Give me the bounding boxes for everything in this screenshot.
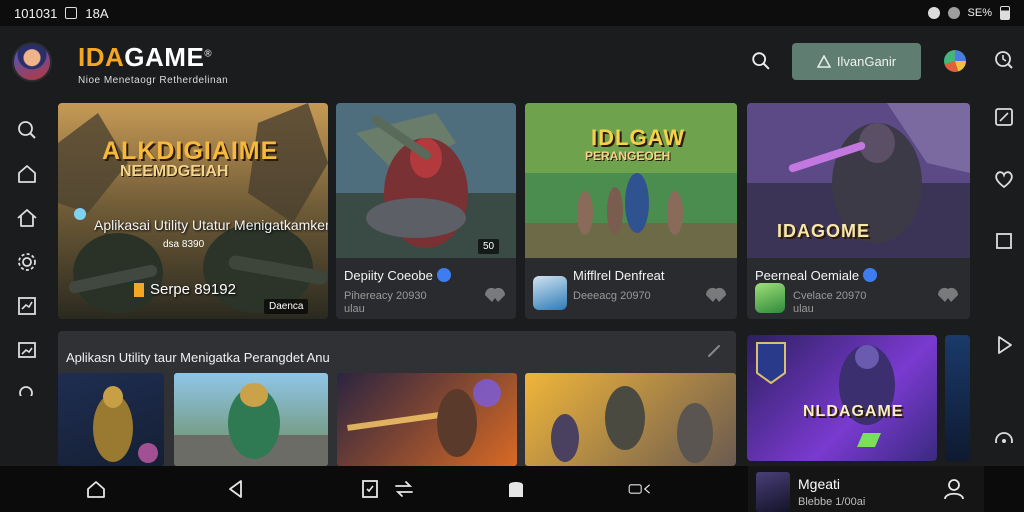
rail-gallery-icon[interactable] — [15, 338, 39, 362]
card-1-meta: Pihereacy 20930 ulau — [344, 290, 427, 315]
mini-player-title: Mgeati — [798, 476, 841, 492]
brand-subtitle: Nioe Menetaogr Retherdelinan — [78, 75, 229, 86]
nav-switch-icon[interactable] — [392, 477, 416, 501]
edit-pencil-icon[interactable] — [706, 343, 722, 359]
rail-play-icon[interactable] — [992, 333, 1016, 357]
nav-recents-icon[interactable] — [504, 477, 528, 501]
collection-strip: Aplikasn Utility taur Menigatka Perangde… — [58, 331, 736, 466]
notification-icon — [65, 7, 78, 19]
app-card-2[interactable]: IDLGAW PERANGEOEH Mifflrel Denfreat Deee… — [525, 103, 737, 319]
rail-location-icon[interactable] — [992, 429, 1016, 443]
featured-headline: Aplikasai Utility Utatur Menigatkamken P… — [94, 217, 328, 233]
card-2-art-title: IDLGAW — [591, 125, 685, 150]
status-indicator: 18A — [85, 5, 109, 21]
card-3-thumbnail — [755, 283, 785, 313]
nav-home-icon[interactable] — [84, 477, 108, 501]
nav-clipboard-icon[interactable] — [358, 477, 382, 501]
app-globe-icon[interactable] — [944, 50, 966, 72]
collection-tile-2[interactable] — [174, 373, 328, 466]
app-header: IDAGAME® Nioe Menetaogr Retherdelinan Il… — [0, 26, 1024, 98]
nav-video-icon[interactable] — [628, 477, 668, 501]
profile-avatar[interactable] — [12, 42, 52, 82]
rail-clock-search-icon[interactable] — [992, 48, 1016, 72]
card-1-artwork — [336, 103, 516, 258]
card-2-thumbnail — [533, 276, 567, 310]
card-3-download-icon[interactable] — [935, 283, 961, 305]
rail-more-icon[interactable] — [15, 382, 39, 396]
rail-home-icon[interactable] — [15, 162, 39, 186]
cta-label: IlvanGanir — [836, 54, 897, 69]
card-2-meta: Deeeacg 20970 — [573, 290, 651, 302]
verified-icon — [436, 268, 451, 282]
status-time: 101031 — [14, 5, 58, 21]
profile-icon[interactable] — [942, 477, 966, 501]
promo-artwork — [756, 342, 895, 447]
rail-house-icon[interactable] — [15, 206, 39, 230]
shield-status-icon — [927, 7, 940, 19]
rail-edit-icon[interactable] — [992, 105, 1016, 129]
featured-title: ALKDIGIAIME — [102, 137, 279, 165]
price-flag-icon — [134, 282, 144, 297]
rail-search-icon[interactable] — [15, 118, 39, 142]
rail-chart-icon[interactable] — [15, 294, 39, 318]
promo-card-peek[interactable] — [945, 335, 970, 461]
featured-price: Serpe 89192 — [150, 281, 236, 298]
brand-block: IDAGAME® Nioe Menetaogr Retherdelinan — [78, 42, 228, 86]
promo-art-title: NLDAGAME — [803, 403, 904, 420]
rail-heart-icon[interactable] — [992, 167, 1016, 191]
verified-icon — [863, 268, 878, 282]
battery-icon — [1000, 6, 1010, 20]
mini-player-subtitle: Blebbe 1/00ai — [798, 496, 866, 508]
right-rail — [984, 40, 1024, 466]
featured-price-bar: Serpe 89192 — [134, 281, 236, 298]
card-1-title: Depiity Coeobe — [344, 268, 451, 283]
logo-mark-icon — [816, 54, 831, 68]
signal-icon — [947, 7, 960, 19]
left-rail — [0, 98, 54, 466]
featured-sub-badge: dsa 8390 — [163, 239, 205, 250]
nav-back-icon[interactable] — [224, 477, 248, 501]
featured-card[interactable]: ALKDIGIAIME NEEMDGEIAH Aplikasai Utility… — [58, 103, 328, 319]
search-icon — [752, 52, 770, 70]
collection-title: Aplikasn Utility taur Menigatka Perangde… — [66, 350, 330, 365]
card-3-title: Peerneal Oemiale — [755, 268, 878, 283]
card-3-meta: Cvelace 20970 ulau — [793, 290, 867, 315]
status-right-text: SE% — [967, 7, 992, 19]
card-2-download-icon[interactable] — [703, 283, 729, 305]
brand-title: IDAGAME® — [78, 42, 213, 72]
cta-button[interactable]: IlvanGanir — [792, 43, 921, 80]
collection-tile-3[interactable] — [337, 373, 517, 466]
app-card-1[interactable]: 50 Depiity Coeobe Pihereacy 20930 ulau — [336, 103, 516, 319]
card-1-count-badge: 50 — [478, 239, 500, 254]
app-card-3[interactable]: IDAGOME Peerneal Oemiale Cvelace 20970 ul… — [747, 103, 970, 319]
rail-square-icon[interactable] — [992, 229, 1016, 253]
card-1-download-icon[interactable] — [482, 283, 508, 305]
rail-settings-icon[interactable] — [15, 250, 39, 274]
collection-tile-4[interactable] — [525, 373, 736, 466]
card-2-title: Mifflrel Denfreat — [573, 268, 665, 283]
card-3-art-title: IDAGOME — [777, 221, 871, 241]
status-bar: 101031 18A SE% — [0, 0, 1024, 26]
featured-tag: Daenca — [264, 299, 309, 314]
collection-tile-1[interactable] — [58, 373, 164, 466]
search-button[interactable] — [750, 50, 774, 74]
mini-player-thumbnail — [756, 472, 790, 512]
featured-subtitle: NEEMDGEIAH — [120, 163, 229, 180]
promo-card[interactable]: NLDAGAME — [747, 335, 937, 461]
card-2-art-subtitle: PERANGEOEH — [585, 149, 671, 163]
